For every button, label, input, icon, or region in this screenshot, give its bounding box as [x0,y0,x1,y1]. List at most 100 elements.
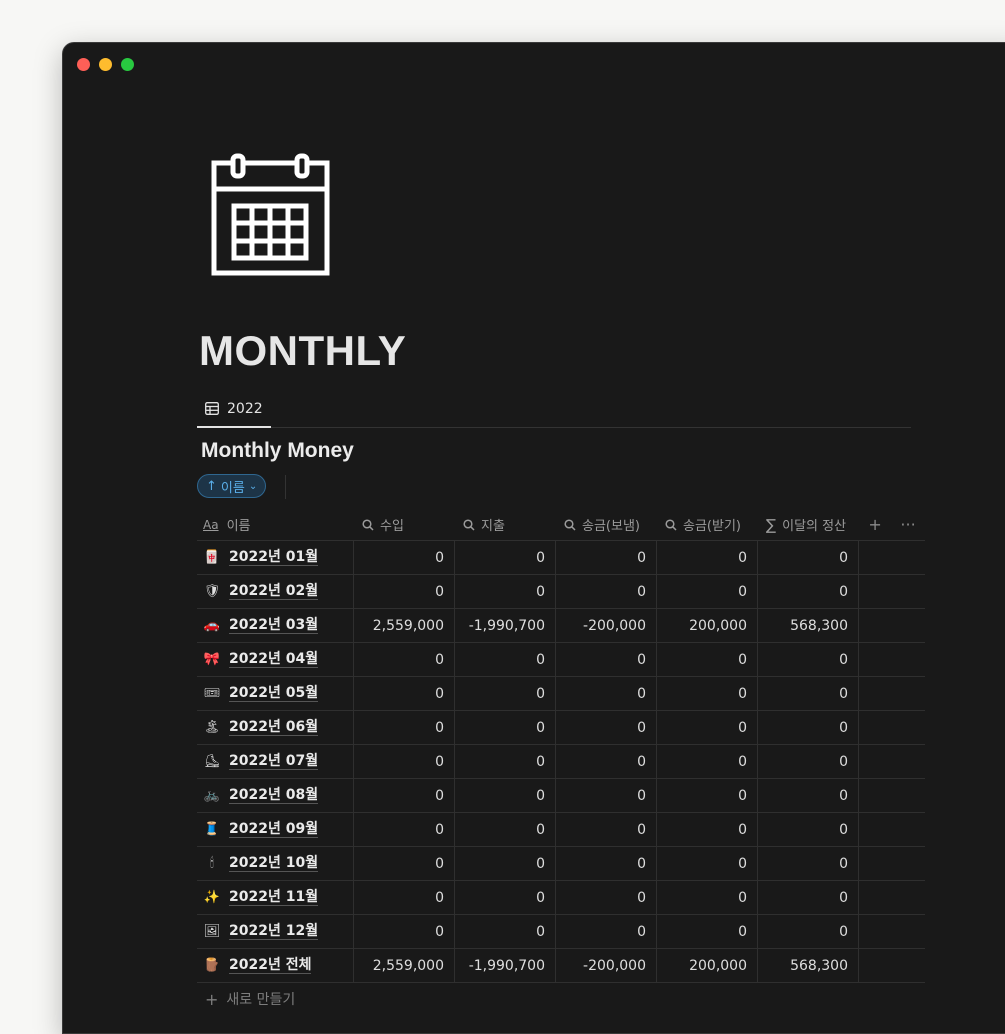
table-row[interactable]: 🖼 2022년 12월 0 0 0 0 0 [197,915,925,949]
table-row[interactable]: 🧵 2022년 09월 0 0 0 0 0 [197,813,925,847]
income-cell[interactable]: 0 [354,915,455,948]
sent-cell[interactable]: 0 [556,677,657,710]
name-cell[interactable]: ✨ 2022년 11월 [197,881,354,914]
received-cell[interactable]: 0 [657,847,758,880]
table-row[interactable]: ✨ 2022년 11월 0 0 0 0 0 [197,881,925,915]
row-title-link[interactable]: 2022년 07월 [229,753,319,770]
sent-cell[interactable]: 0 [556,915,657,948]
row-title-link[interactable]: 2022년 04월 [229,651,319,668]
received-cell[interactable]: 0 [657,779,758,812]
expense-cell[interactable]: 0 [455,915,556,948]
expense-cell[interactable]: 0 [455,847,556,880]
expense-cell[interactable]: 0 [455,541,556,574]
table-row[interactable]: 🕯 2022년 10월 0 0 0 0 0 [197,847,925,881]
row-title-link[interactable]: 2022년 06월 [229,719,319,736]
expense-cell[interactable]: 0 [455,643,556,676]
sent-cell[interactable]: -200,000 [556,949,657,982]
row-title-link[interactable]: 2022년 03월 [229,617,319,634]
row-title-link[interactable]: 2022년 11월 [229,889,319,906]
table-row[interactable]: 🀄 2022년 01월 0 0 0 0 0 [197,541,925,575]
received-cell[interactable]: 200,000 [657,609,758,642]
expense-cell[interactable]: 0 [455,677,556,710]
settlement-cell[interactable]: 0 [758,541,859,574]
column-header-sent[interactable]: 송금(보냄) [556,509,657,540]
settlement-cell[interactable]: 0 [758,643,859,676]
column-header-expense[interactable]: 지출 [455,509,556,540]
name-cell[interactable]: 🖼 2022년 12월 [197,915,354,948]
income-cell[interactable]: 2,559,000 [354,609,455,642]
income-cell[interactable]: 0 [354,677,455,710]
row-title-link[interactable]: 2022년 01월 [229,549,319,566]
settlement-cell[interactable]: 0 [758,847,859,880]
income-cell[interactable]: 0 [354,779,455,812]
income-cell[interactable]: 0 [354,745,455,778]
name-cell[interactable]: 🕯 2022년 10월 [197,847,354,880]
name-cell[interactable]: 🪵 2022년 전체 [197,949,354,982]
received-cell[interactable]: 0 [657,711,758,744]
settlement-cell[interactable]: 0 [758,677,859,710]
maximize-window-button[interactable] [121,58,134,71]
table-row[interactable]: 🎟 2022년 05월 0 0 0 0 0 [197,677,925,711]
name-cell[interactable]: ⛸ 2022년 07월 [197,745,354,778]
sent-cell[interactable]: 0 [556,813,657,846]
new-row-button[interactable]: + 새로 만들기 [197,983,925,1015]
received-cell[interactable]: 0 [657,745,758,778]
sent-cell[interactable]: 0 [556,575,657,608]
income-cell[interactable]: 0 [354,575,455,608]
expense-cell[interactable]: 0 [455,779,556,812]
table-row[interactable]: 🎀 2022년 04월 0 0 0 0 0 [197,643,925,677]
name-cell[interactable]: 🛡 2022년 02월 [197,575,354,608]
expense-cell[interactable]: -1,990,700 [455,949,556,982]
expense-cell[interactable]: -1,990,700 [455,609,556,642]
sent-cell[interactable]: 0 [556,847,657,880]
sent-cell[interactable]: 0 [556,541,657,574]
received-cell[interactable]: 0 [657,881,758,914]
income-cell[interactable]: 0 [354,711,455,744]
received-cell[interactable]: 0 [657,677,758,710]
table-row[interactable]: 🏝 2022년 06월 0 0 0 0 0 [197,711,925,745]
column-header-settlement[interactable]: ∑ 이달의 정산 [758,509,859,540]
received-cell[interactable]: 200,000 [657,949,758,982]
sent-cell[interactable]: 0 [556,711,657,744]
name-cell[interactable]: 🧵 2022년 09월 [197,813,354,846]
settlement-cell[interactable]: 0 [758,881,859,914]
column-header-received[interactable]: 송금(받기) [657,509,758,540]
income-cell[interactable]: 0 [354,643,455,676]
expense-cell[interactable]: 0 [455,711,556,744]
expense-cell[interactable]: 0 [455,745,556,778]
settlement-cell[interactable]: 0 [758,745,859,778]
row-title-link[interactable]: 2022년 전체 [229,957,312,974]
settlement-cell[interactable]: 568,300 [758,609,859,642]
more-options-button[interactable]: ··· [900,515,915,534]
row-title-link[interactable]: 2022년 09월 [229,821,319,838]
settlement-cell[interactable]: 0 [758,813,859,846]
row-title-link[interactable]: 2022년 10월 [229,855,319,872]
row-title-link[interactable]: 2022년 08월 [229,787,319,804]
income-cell[interactable]: 0 [354,881,455,914]
sent-cell[interactable]: -200,000 [556,609,657,642]
minimize-window-button[interactable] [99,58,112,71]
table-row[interactable]: 🚲 2022년 08월 0 0 0 0 0 [197,779,925,813]
table-row[interactable]: 🛡 2022년 02월 0 0 0 0 0 [197,575,925,609]
settlement-cell[interactable]: 0 [758,915,859,948]
name-cell[interactable]: 🎟 2022년 05월 [197,677,354,710]
close-window-button[interactable] [77,58,90,71]
name-cell[interactable]: 🚗 2022년 03월 [197,609,354,642]
column-header-name[interactable]: Aa 이름 [197,509,354,540]
income-cell[interactable]: 0 [354,541,455,574]
sent-cell[interactable]: 0 [556,643,657,676]
name-cell[interactable]: 🏝 2022년 06월 [197,711,354,744]
received-cell[interactable]: 0 [657,813,758,846]
received-cell[interactable]: 0 [657,541,758,574]
sent-cell[interactable]: 0 [556,779,657,812]
received-cell[interactable]: 0 [657,575,758,608]
row-title-link[interactable]: 2022년 02월 [229,583,319,600]
settlement-cell[interactable]: 0 [758,575,859,608]
name-cell[interactable]: 🎀 2022년 04월 [197,643,354,676]
page-title[interactable]: MONTHLY [199,327,406,375]
calendar-icon[interactable] [211,153,331,277]
add-property-button[interactable]: + [868,515,881,534]
expense-cell[interactable]: 0 [455,813,556,846]
sent-cell[interactable]: 0 [556,745,657,778]
sent-cell[interactable]: 0 [556,881,657,914]
